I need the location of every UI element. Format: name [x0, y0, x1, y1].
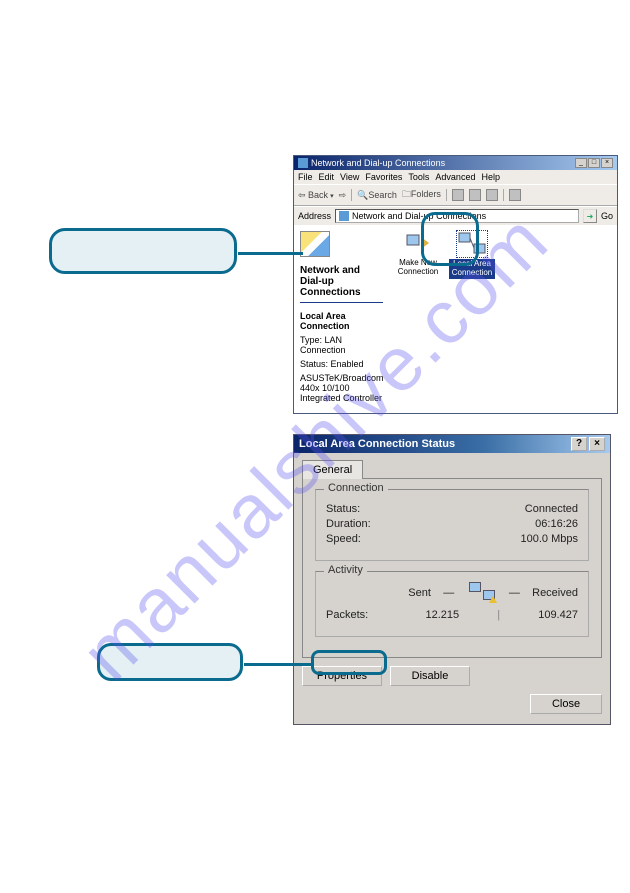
- toolbar-icon-3[interactable]: [486, 189, 498, 201]
- tabs: General: [294, 453, 610, 478]
- activity-group: Activity Sent — — Received Packets: 12.2…: [315, 571, 589, 637]
- local-area-connection-icon[interactable]: Local Area Connection: [449, 231, 495, 279]
- callout-bubble-2: [97, 643, 243, 681]
- disable-button[interactable]: Disable: [390, 666, 470, 686]
- close-button[interactable]: ×: [589, 437, 605, 451]
- network-connections-window: Network and Dial-up Connections _ □ × Fi…: [293, 155, 618, 414]
- window-title: Network and Dial-up Connections: [311, 158, 445, 168]
- menu-help[interactable]: Help: [481, 172, 500, 182]
- details-panel: Network and Dial-up Connections Local Ar…: [294, 225, 389, 413]
- toolbar: ⇦ Back ⇨ 🔍Search 🗀Folders: [294, 184, 617, 206]
- titlebar[interactable]: Network and Dial-up Connections _ □ ×: [294, 156, 617, 170]
- network-folder-icon: [300, 231, 330, 257]
- speed-label: Speed:: [326, 533, 361, 545]
- separator: [351, 189, 352, 201]
- status-label: Status:: [326, 503, 360, 515]
- close-button[interactable]: ×: [601, 158, 613, 168]
- properties-button[interactable]: Properties: [302, 666, 382, 686]
- app-icon: [298, 158, 308, 168]
- packets-sent: 12.215: [426, 609, 460, 621]
- folders-button[interactable]: 🗀Folders: [402, 187, 441, 203]
- forward-button[interactable]: ⇨: [339, 190, 347, 201]
- folder-icon: [339, 211, 349, 221]
- close-button[interactable]: Close: [530, 694, 602, 714]
- address-bar: Address Network and Dial-up Connections …: [294, 206, 617, 225]
- menu-tools[interactable]: Tools: [408, 172, 429, 182]
- menu-favorites[interactable]: Favorites: [365, 172, 402, 182]
- back-button[interactable]: ⇦ Back: [298, 190, 334, 201]
- separator: [446, 189, 447, 201]
- menu-advanced[interactable]: Advanced: [435, 172, 475, 182]
- menu-view[interactable]: View: [340, 172, 359, 182]
- speed-value: 100.0 Mbps: [521, 533, 578, 545]
- group-title: Connection: [324, 482, 388, 494]
- group-title: Activity: [324, 564, 367, 576]
- connection-group: Connection Status: Connected Duration: 0…: [315, 489, 589, 561]
- callout-bubble-1: [49, 228, 237, 274]
- go-button[interactable]: [583, 209, 597, 223]
- separator: [503, 189, 504, 201]
- search-button[interactable]: 🔍Search: [357, 190, 397, 201]
- duration-label: Duration:: [326, 518, 371, 530]
- minimize-button[interactable]: _: [575, 158, 587, 168]
- icons-area: Make New Connection Local Area Connectio…: [389, 225, 617, 413]
- wizard-icon: [403, 231, 433, 257]
- type-line: Type: LAN Connection: [300, 335, 383, 355]
- packets-received: 109.427: [538, 609, 578, 621]
- lan-icon: [457, 231, 487, 257]
- go-label: Go: [601, 211, 613, 221]
- titlebar[interactable]: Local Area Connection Status ? ×: [294, 435, 610, 453]
- adapter-line: ASUSTeK/Broadcom 440x 10/100 Integrated …: [300, 373, 383, 403]
- packets-label: Packets:: [326, 609, 396, 621]
- icon-label: Make New Connection: [395, 259, 441, 277]
- toolbar-icon-1[interactable]: [452, 189, 464, 201]
- menu-file[interactable]: File: [298, 172, 313, 182]
- menu-edit[interactable]: Edit: [319, 172, 335, 182]
- received-label: Received: [532, 587, 578, 599]
- duration-value: 06:16:26: [535, 518, 578, 530]
- window-title: Local Area Connection Status: [299, 438, 455, 450]
- status-line: Status: Enabled: [300, 359, 383, 369]
- tab-general[interactable]: General: [302, 460, 363, 479]
- sent-label: Sent: [408, 587, 431, 599]
- activity-icon: [467, 582, 497, 603]
- maximize-button[interactable]: □: [588, 158, 600, 168]
- icon-label: Local Area Connection: [449, 259, 495, 279]
- address-input[interactable]: Network and Dial-up Connections: [335, 209, 579, 223]
- lan-status-dialog: Local Area Connection Status ? × General…: [293, 434, 611, 725]
- tab-content: Connection Status: Connected Duration: 0…: [302, 478, 602, 658]
- panel-heading: Network and Dial-up Connections: [300, 265, 383, 303]
- menu-bar: File Edit View Favorites Tools Advanced …: [294, 170, 617, 184]
- address-value: Network and Dial-up Connections: [352, 211, 486, 221]
- toolbar-icon-4[interactable]: [509, 189, 521, 201]
- address-label: Address: [298, 211, 331, 221]
- status-value: Connected: [525, 503, 578, 515]
- make-new-connection-icon[interactable]: Make New Connection: [395, 231, 441, 277]
- selected-item-name: Local Area Connection: [300, 311, 383, 331]
- toolbar-icon-2[interactable]: [469, 189, 481, 201]
- help-button[interactable]: ?: [571, 437, 587, 451]
